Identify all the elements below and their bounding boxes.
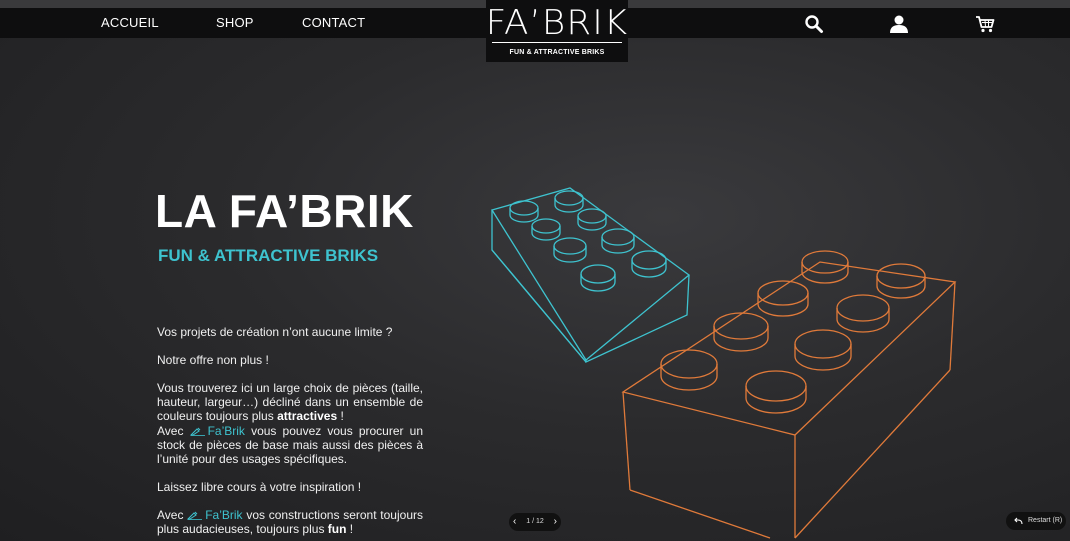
orange-studs (660, 250, 926, 414)
undo-icon (1014, 517, 1023, 525)
search-icon[interactable] (804, 14, 824, 34)
intro-offer: Notre offre non plus ! (157, 353, 269, 367)
desc-text-c: ! (337, 409, 344, 424)
closing-text-a: Avec (157, 508, 188, 522)
desc-bold-attractives: attractives (277, 409, 338, 424)
user-icon[interactable] (889, 14, 909, 34)
prev-slide-button[interactable]: ‹ (513, 513, 516, 530)
slide-counter: 1 / 12 (526, 518, 544, 525)
intro-closing: Avec Fa’Brik vos constructions seront to… (157, 508, 423, 536)
nav-link-accueil[interactable]: ACCUEIL (101, 15, 159, 30)
restart-label: Restart (R) (1028, 517, 1063, 524)
closing-bold-fun: fun (327, 522, 347, 537)
cart-icon[interactable] (975, 14, 995, 34)
writing-hand-icon (189, 427, 205, 436)
orange-brick (621, 250, 957, 539)
site-logo[interactable]: FA’BRIK FUN & ATTRACTIVE BRIKS (486, 0, 628, 62)
brand-mention: Fa’Brik (207, 423, 245, 438)
closing-text-d: ! (346, 522, 354, 537)
intro-inspiration: Laissez libre cours à votre inspiration … (157, 480, 362, 494)
logo-tagline: FUN & ATTRACTIVE BRIKS (509, 49, 605, 56)
nav-link-shop[interactable]: SHOP (216, 15, 254, 30)
brand-mention: Fa’Brik (205, 508, 243, 522)
restart-button[interactable]: Restart (R) (1006, 512, 1066, 530)
hero-subtitle: FUN & ATTRACTIVE BRIKS (158, 246, 379, 265)
writing-hand-icon (187, 511, 203, 520)
cyan-brick (490, 187, 691, 364)
slide-pager: ‹ 1 / 12 › (509, 513, 561, 531)
logo-underline (492, 42, 622, 43)
next-slide-button[interactable]: › (554, 513, 557, 530)
nav-link-contact[interactable]: CONTACT (302, 15, 365, 30)
logo-text: FA’BRIK (485, 3, 629, 43)
intro-question: Vos projets de création n’ont aucune lim… (157, 325, 393, 339)
hero-title: LA FA’BRIK (155, 185, 414, 237)
intro-description: Vous trouverez ici un large choix de piè… (157, 381, 423, 466)
bricks-illustration (490, 187, 957, 539)
desc-text-d: Avec (157, 423, 190, 438)
